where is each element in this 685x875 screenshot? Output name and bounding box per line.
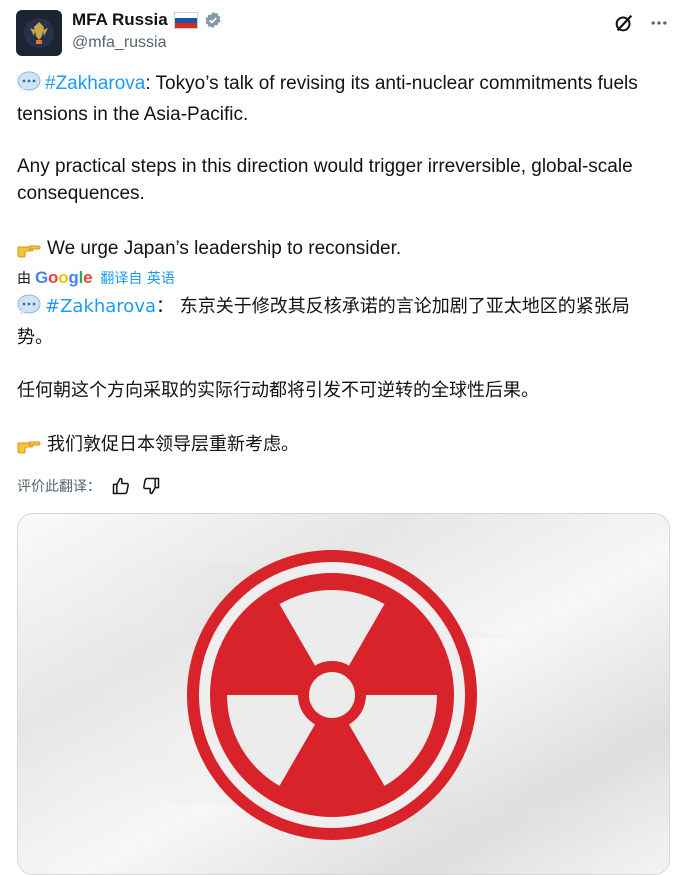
rate-translation-label: 评价此翻译： [17, 479, 101, 495]
avatar[interactable] [16, 10, 62, 56]
translated-paragraph-2: 任何朝这个方向采取的实际行动都将引发不可逆转的全球性后果。 [17, 380, 539, 401]
pointing-hand-emoji [17, 435, 41, 462]
more-options-icon[interactable] [649, 13, 669, 33]
rate-translation-row: 评价此翻译： [17, 476, 161, 496]
verified-badge-icon [204, 11, 222, 29]
handle[interactable]: @mfa_russia [72, 34, 167, 52]
tweet-text: We urge Japan’s leadership to reconsider… [47, 238, 402, 259]
grok-icon[interactable] [613, 12, 635, 34]
hashtag-link[interactable]: #Zakharova [45, 296, 156, 317]
radiation-symbol [187, 550, 477, 840]
translated-paragraph-3: 我们敦促日本领导层重新考虑。 [17, 431, 657, 462]
translated-from-link[interactable]: 翻译自 英语 [100, 268, 174, 288]
speech-bubble-emoji [17, 71, 41, 101]
pointing-hand-emoji [17, 239, 41, 266]
tweet-header: MFA Russia @mfa_russia [16, 8, 669, 56]
google-logo: Google [35, 268, 93, 287]
translated-by-label: 由 [17, 271, 31, 287]
russia-flag-icon [173, 11, 198, 29]
tweet-paragraph-2: Any practical steps in this direction wo… [17, 156, 633, 204]
hashtag-link[interactable]: #Zakharova [45, 73, 145, 94]
thumbs-up-icon[interactable] [111, 476, 131, 496]
radiation-hazard-image [18, 514, 669, 874]
translated-text: 我们敦促日本领导层重新考虑。 [47, 434, 299, 455]
translated-by-bar: 由 Google 翻译自 英语 [17, 268, 175, 288]
thumbs-down-icon[interactable] [141, 476, 161, 496]
tweet-text-line1: #Zakharova: Tokyo’s talk of revising its… [17, 70, 657, 128]
tweet-media-image[interactable] [17, 513, 670, 875]
emblem-icon [24, 18, 54, 48]
tweet-paragraph-3: We urge Japan’s leadership to reconsider… [17, 235, 657, 266]
translated-line1: #Zakharova： 东京关于修改其反核承诺的言论加剧了亚太地区的紧张局势。 [17, 293, 657, 351]
speech-bubble-emoji [17, 294, 41, 324]
display-name[interactable]: MFA Russia [72, 10, 168, 30]
